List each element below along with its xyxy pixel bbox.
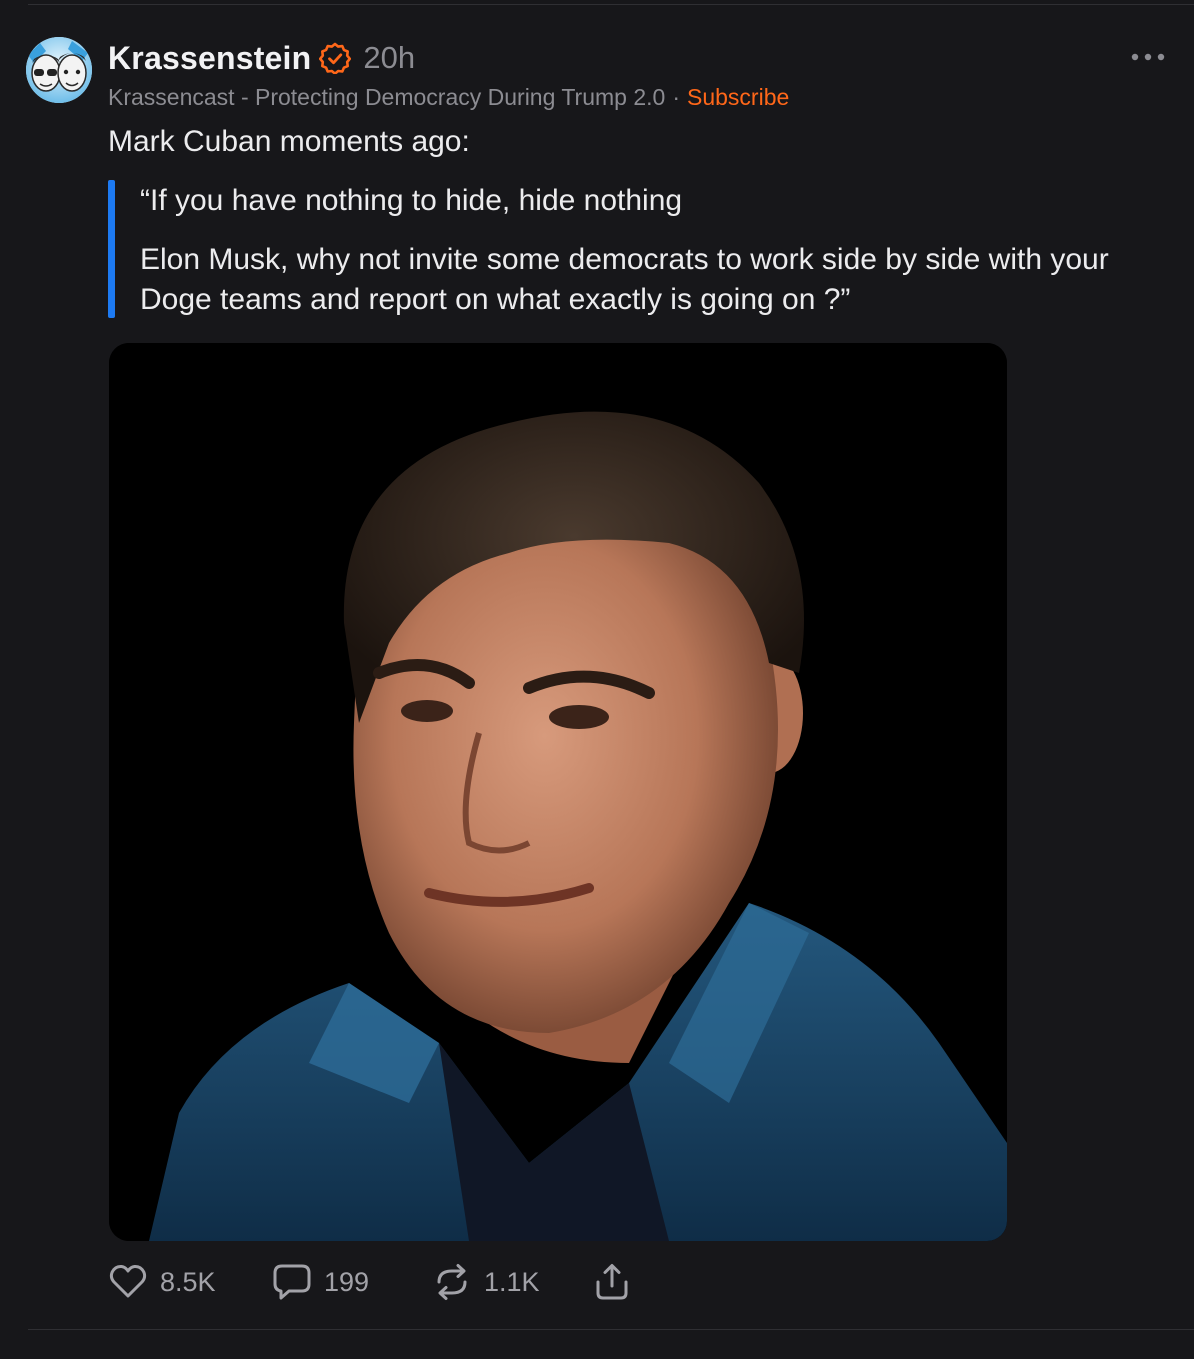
author-name[interactable]: Krassenstein [108,40,311,77]
share-upload-icon [596,1264,628,1300]
restack-button[interactable]: 1.1K [432,1262,592,1302]
comment-bubble-icon [273,1264,311,1300]
post-actions-bar: 8.5K 199 1.1K [108,1262,632,1302]
bottom-divider [28,1329,1194,1330]
post-header: Krassenstein 20h [108,38,415,78]
post-body-text: Mark Cuban moments ago: [108,125,470,158]
post-timestamp: 20h [363,40,416,75]
comment-count: 199 [324,1266,370,1297]
more-dots-icon [1131,53,1165,61]
like-count: 8.5K [160,1266,216,1297]
heart-icon [109,1264,147,1298]
quote-bar [108,180,115,318]
share-button[interactable] [592,1262,632,1302]
subscribe-link[interactable]: Subscribe [687,84,789,111]
top-divider [28,4,1194,5]
like-button[interactable]: 8.5K [108,1262,272,1302]
comment-button[interactable]: 199 [272,1262,432,1302]
quote-paragraph-2: Elon Musk, why not invite some democrats… [140,243,1109,316]
verified-badge-icon [319,42,352,75]
publication-name[interactable]: Krassencast - Protecting Democracy Durin… [108,84,665,111]
separator-dot: · [672,83,680,110]
more-options-button[interactable] [1128,42,1168,72]
post-subline: Krassencast - Protecting Democracy Durin… [108,82,789,112]
post-image[interactable] [109,343,1007,1241]
restack-arrows-icon [437,1264,467,1300]
author-avatar[interactable] [26,37,92,103]
restack-count: 1.1K [484,1266,540,1297]
blockquote: “If you have nothing to hide, hide nothi… [108,180,1148,318]
quote-paragraph-1: “If you have nothing to hide, hide nothi… [140,184,683,217]
